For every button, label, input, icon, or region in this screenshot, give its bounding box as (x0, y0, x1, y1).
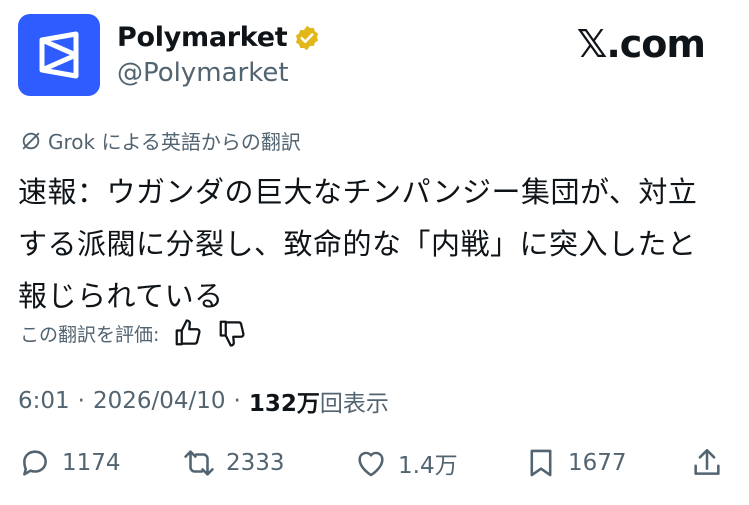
thumbs-down-icon[interactable] (217, 318, 247, 348)
bookmark-button[interactable]: 1677 (524, 446, 627, 480)
rate-translation: この翻訳を評価: (20, 318, 247, 348)
grok-icon (22, 132, 40, 149)
thumbs-up-icon[interactable] (173, 318, 203, 348)
repost-icon (184, 450, 214, 476)
display-name[interactable]: Polymarket (117, 22, 288, 53)
share-icon (694, 448, 720, 475)
like-count: 1.4万 (398, 453, 458, 479)
heart-icon (358, 451, 384, 477)
reply-count: 1174 (62, 450, 121, 476)
repost-button[interactable]: 2333 (182, 446, 285, 480)
action-bar: 1174 2333 1.4万 1677 (18, 446, 730, 490)
handle[interactable]: @Polymarket (117, 58, 289, 88)
translation-note: Grok による英語からの翻訳 (20, 126, 301, 155)
reply-icon (23, 450, 47, 476)
polymarket-logo-icon (39, 31, 79, 79)
tweet-text: 速報：ウガンダの巨大なチンパンジー集団が、対立する派閥に分裂し、致命的な「内戦」… (18, 175, 698, 313)
reply-button[interactable]: 1174 (18, 446, 121, 480)
share-button[interactable] (690, 446, 724, 480)
views-label: 回表示 (319, 391, 389, 417)
verified-badge-icon (293, 24, 321, 52)
meta-separator: · (77, 388, 85, 414)
bookmark-icon (530, 449, 552, 477)
meta-separator: · (233, 388, 241, 414)
x-brand-logo[interactable]: 𝕏.com (577, 22, 706, 66)
tweet-time[interactable]: 6:01 (18, 388, 70, 414)
name-row[interactable]: Polymarket (117, 22, 321, 53)
views[interactable]: 132万回表示 (249, 384, 389, 418)
like-button[interactable]: 1.4万 (354, 446, 458, 480)
views-count: 132万 (248, 391, 320, 417)
avatar[interactable] (18, 14, 100, 96)
tweet-card: Polymarket @Polymarket 𝕏.com Grok による英語か… (0, 0, 749, 505)
repost-count: 2333 (226, 450, 285, 476)
rate-label: この翻訳を評価: (20, 323, 160, 346)
tweet-meta: 6:01 · 2026/04/10 · 132万回表示 (18, 384, 389, 418)
translation-note-text: Grok による英語からの翻訳 (48, 130, 301, 154)
tweet-date[interactable]: 2026/04/10 (93, 388, 226, 414)
bookmark-count: 1677 (568, 450, 627, 476)
